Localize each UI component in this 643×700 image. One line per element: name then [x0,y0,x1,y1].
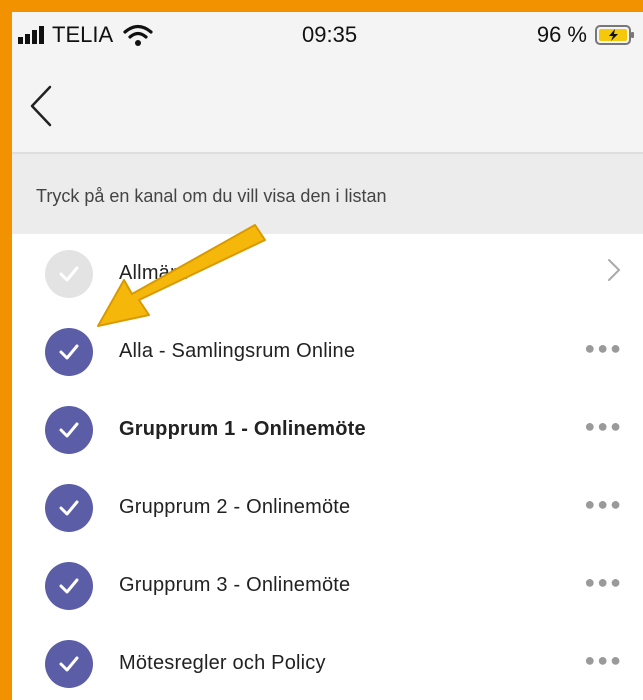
channel-label: Grupprum 3 - Onlinemöte [119,574,351,596]
channel-label: Allmänt [119,262,188,284]
battery-charging-icon [595,25,634,45]
more-options-icon[interactable]: ●●● [584,650,623,671]
wifi-icon [123,24,153,46]
clock: 09:35 [302,22,358,47]
back-chevron-icon[interactable] [28,85,54,127]
checkmark-icon[interactable] [45,562,93,610]
channel-list: Allmänt Alla - Samlingsrum Online ●●● Gr… [12,234,643,700]
channel-row[interactable]: Grupprum 3 - Onlinemöte ●●● [12,546,643,624]
carrier-name: TELIA [52,22,114,47]
channel-row[interactable]: Grupprum 1 - Onlinemöte ●●● [12,390,643,468]
checkmark-icon[interactable] [45,328,93,376]
channel-label: Alla - Samlingsrum Online [119,340,356,362]
checkmark-icon[interactable] [45,640,93,688]
chevron-right-icon[interactable] [607,258,621,282]
hint-text: Tryck på en kanal om du vill visa den i … [36,186,387,206]
channel-label: Mötesregler och Policy [119,652,326,674]
signal-icon [18,26,44,44]
more-options-icon[interactable]: ●●● [584,338,623,359]
hint-section: Tryck på en kanal om du vill visa den i … [12,154,643,234]
channel-label: Grupprum 2 - Onlinemöte [119,496,351,518]
status-bar: TELIA 09:35 96 % [12,12,643,57]
channel-row[interactable]: Allmänt [12,234,643,312]
checkmark-icon [45,250,93,298]
channel-row[interactable]: Alla - Samlingsrum Online ●●● [12,312,643,390]
status-right: 96 % [537,22,635,48]
channel-row[interactable]: Grupprum 2 - Onlinemöte ●●● [12,468,643,546]
channel-row[interactable]: Mötesregler och Policy ●●● [12,624,643,700]
battery-percent: 96 % [536,22,587,47]
more-options-icon[interactable]: ●●● [584,572,623,593]
channel-label: Grupprum 1 - Onlinemöte [119,418,366,440]
checkmark-icon[interactable] [45,406,93,454]
more-options-icon[interactable]: ●●● [584,494,623,515]
checkmark-icon[interactable] [45,484,93,532]
status-left: TELIA [18,22,153,48]
teams-channel-screen: TELIA 09:35 96 % Tryck på en kanal om du… [12,12,643,700]
navigation-bar [12,57,643,152]
more-options-icon[interactable]: ●●● [584,416,623,437]
